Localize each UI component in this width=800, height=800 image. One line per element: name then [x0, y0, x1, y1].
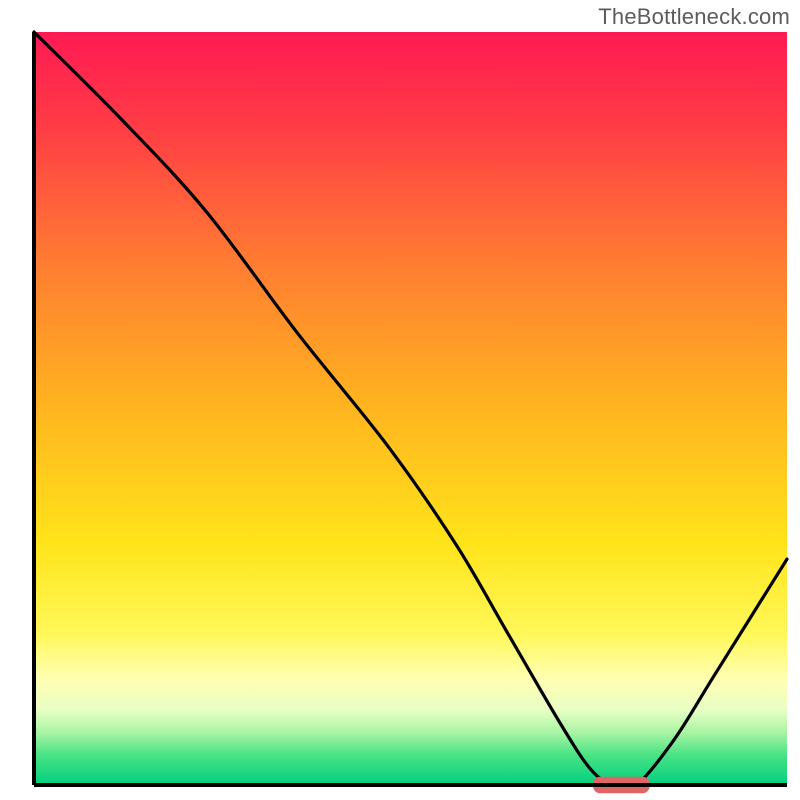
bottleneck-chart: [0, 0, 800, 800]
watermark-text: TheBottleneck.com: [598, 4, 790, 30]
chart-stage: TheBottleneck.com: [0, 0, 800, 800]
